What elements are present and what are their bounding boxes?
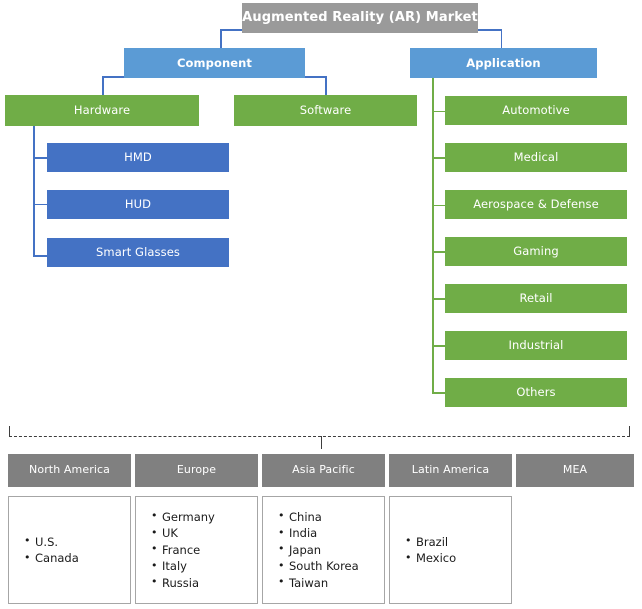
diagram-canvas: Augmented Reality (AR) Market Component … <box>0 0 642 609</box>
region-bracket-right-stub <box>629 426 630 437</box>
country-list: BrazilMexico <box>390 533 511 567</box>
region-header-europe[interactable]: Europe <box>135 454 258 487</box>
country-list: U.S.Canada <box>9 533 130 567</box>
region-header-asia-pacific[interactable]: Asia Pacific <box>262 454 385 487</box>
country-list-item: U.S. <box>24 533 130 551</box>
node-medical[interactable]: Medical <box>445 143 627 172</box>
country-list-item: Brazil <box>405 533 511 551</box>
region-bracket-left-stub <box>9 426 10 437</box>
connector-application-to-industrial <box>432 345 445 347</box>
connector-application-to-retail <box>432 298 445 300</box>
region-bracket-line <box>9 436 630 437</box>
connector-title-to-application <box>500 29 502 50</box>
node-retail[interactable]: Retail <box>445 284 627 313</box>
country-list-item: Mexico <box>405 550 511 567</box>
connector-hardware-to-smart-glasses <box>33 255 47 257</box>
connector-application-to-others <box>432 392 445 394</box>
connector-application-to-medical <box>432 157 445 159</box>
node-aerospace-defense[interactable]: Aerospace & Defense <box>445 190 627 219</box>
connector-title-horizontal-right <box>478 29 502 31</box>
node-hmd[interactable]: HMD <box>47 143 229 172</box>
region-header-north-america[interactable]: North America <box>8 454 131 487</box>
country-list-item: France <box>151 541 257 559</box>
region-bracket-center-stub <box>321 436 322 449</box>
country-list-item: India <box>278 525 384 542</box>
region-countries-latin-america: BrazilMexico <box>389 496 512 604</box>
connector-application-to-gaming <box>432 251 445 253</box>
node-others[interactable]: Others <box>445 378 627 407</box>
connector-component-software-horizontal <box>305 76 326 78</box>
country-list-item: UK <box>151 525 257 542</box>
node-gaming[interactable]: Gaming <box>445 237 627 266</box>
node-smart-glasses[interactable]: Smart Glasses <box>47 238 229 267</box>
node-industrial[interactable]: Industrial <box>445 331 627 360</box>
connector-hardware-to-hud <box>33 203 47 205</box>
connector-application-to-aerospace <box>432 204 445 206</box>
node-hud[interactable]: HUD <box>47 190 229 219</box>
node-software[interactable]: Software <box>234 95 417 126</box>
region-header-mea[interactable]: MEA <box>516 454 634 487</box>
node-application[interactable]: Application <box>410 48 597 78</box>
region-countries-asia-pacific: ChinaIndiaJapanSouth KoreaTaiwan <box>262 496 385 604</box>
diagram-title-box: Augmented Reality (AR) Market <box>242 3 478 33</box>
connector-hardware-to-hmd <box>33 157 47 159</box>
region-header-latin-america[interactable]: Latin America <box>389 454 512 487</box>
connector-hardware-spine <box>33 125 35 256</box>
node-hardware[interactable]: Hardware <box>5 95 199 126</box>
node-automotive[interactable]: Automotive <box>445 96 627 125</box>
country-list-item: South Korea <box>278 558 384 575</box>
country-list-item: China <box>278 508 384 526</box>
connector-component-hardware-horizontal <box>102 76 124 78</box>
country-list-item: Germany <box>151 508 257 526</box>
country-list-item: Russia <box>151 574 257 592</box>
connector-title-to-component <box>220 29 222 50</box>
connector-application-to-automotive <box>432 110 445 112</box>
country-list-item: Italy <box>151 558 257 575</box>
node-component[interactable]: Component <box>124 48 305 78</box>
region-countries-north-america: U.S.Canada <box>8 496 131 604</box>
region-countries-europe: GermanyUKFranceItalyRussia <box>135 496 258 604</box>
country-list: ChinaIndiaJapanSouth KoreaTaiwan <box>263 508 384 592</box>
country-list-item: Taiwan <box>278 574 384 592</box>
country-list: GermanyUKFranceItalyRussia <box>136 508 257 592</box>
country-list-item: Canada <box>24 550 130 567</box>
connector-title-horizontal-left <box>220 29 242 31</box>
country-list-item: Japan <box>278 541 384 559</box>
